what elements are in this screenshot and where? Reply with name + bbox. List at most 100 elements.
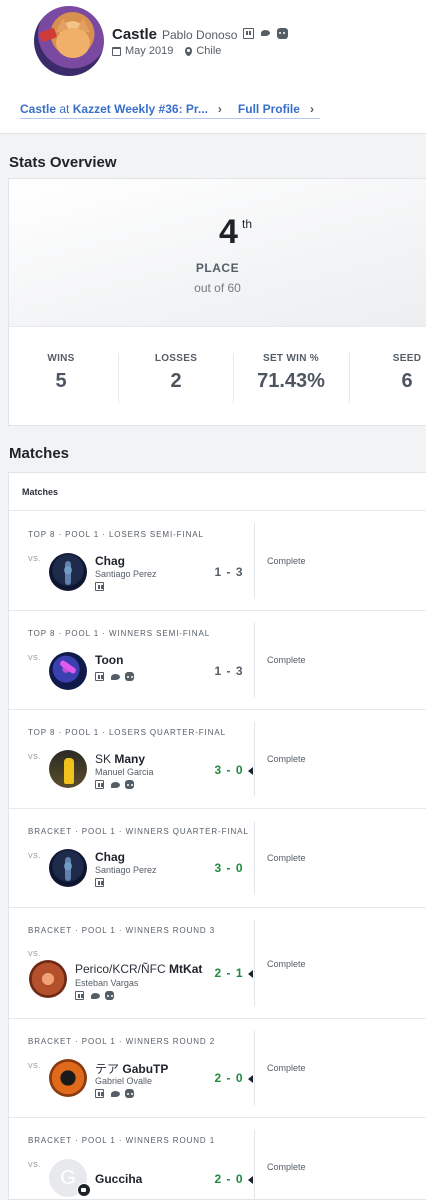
twitter-icon[interactable]	[260, 28, 271, 39]
match-score: 2 - 0	[214, 1172, 244, 1186]
profile-gamer-tag[interactable]: Castle	[112, 26, 157, 43]
twitter-icon[interactable]	[110, 780, 120, 789]
twitter-icon[interactable]	[90, 991, 100, 1000]
match-status: Complete	[267, 754, 306, 764]
profile-avatar[interactable]	[34, 6, 104, 76]
twitter-icon[interactable]	[110, 672, 120, 681]
opponent-avatar[interactable]	[49, 849, 87, 887]
opponent-name[interactable]: Toon	[95, 653, 123, 667]
match-round-label: BRACKET · POOL 1 · WINNERS ROUND 1	[28, 1136, 216, 1145]
link-underline	[20, 118, 320, 119]
profile-real-name: Pablo Donoso	[162, 28, 238, 42]
profile-social-links	[243, 28, 288, 39]
match-row[interactable]: TOP 8 · POOL 1 · LOSERS QUARTER-FINAL VS…	[9, 710, 426, 808]
profile-links: Castle at Kazzet Weekly #36: Pr... › Ful…	[20, 102, 314, 116]
placement-number: 4	[219, 213, 238, 251]
opponent-real-name: Santiago Perez	[95, 569, 157, 579]
placement-panel: 4 th PLACE out of 60	[9, 179, 426, 327]
opponent-social-links	[95, 878, 104, 887]
twitter-icon[interactable]	[110, 1089, 120, 1098]
profile-meta: May 2019 Chile	[112, 45, 221, 57]
match-round-label: TOP 8 · POOL 1 · LOSERS SEMI-FINAL	[28, 530, 204, 539]
match-row[interactable]: BRACKET · POOL 1 · WINNERS ROUND 2 VS. テ…	[9, 1019, 426, 1117]
match-status: Complete	[267, 853, 306, 863]
match-score: 3 - 0	[214, 763, 244, 777]
winner-indicator-icon	[248, 970, 253, 978]
match-score: 1 - 3	[214, 664, 244, 678]
twitch-icon[interactable]	[75, 991, 84, 1000]
placement-suffix: th	[242, 217, 253, 231]
event-entrant-link[interactable]: Castle at Kazzet Weekly #36: Pr...	[20, 102, 208, 116]
opponent-real-name: Esteban Vargas	[75, 978, 139, 988]
stat-wins: WINS 5	[47, 353, 75, 392]
match-row[interactable]: TOP 8 · POOL 1 · LOSERS SEMI-FINAL VS. C…	[9, 511, 426, 610]
match-score: 2 - 1	[214, 966, 244, 980]
stat-set-win-percent: SET WIN % 71.43%	[257, 353, 325, 392]
match-score: 3 - 0	[214, 861, 244, 875]
stats-overview-title: Stats Overview	[9, 154, 117, 171]
twitch-icon[interactable]	[95, 1089, 104, 1098]
winner-indicator-icon	[248, 1075, 253, 1083]
match-row[interactable]: BRACKET · POOL 1 · WINNERS ROUND 3 VS. P…	[9, 908, 426, 1018]
opponent-social-links	[95, 582, 104, 591]
opponent-social-links	[75, 991, 114, 1000]
opponent-avatar[interactable]	[49, 652, 87, 690]
match-score: 1 - 3	[214, 565, 244, 579]
opponent-avatar[interactable]	[29, 960, 67, 998]
twitch-icon[interactable]	[95, 672, 104, 681]
profile-header: Castle Pablo Donoso May 2019 Chile Castl…	[0, 0, 426, 134]
twitch-icon[interactable]	[95, 878, 104, 887]
matches-card-header: Matches	[9, 473, 426, 511]
match-round-label: TOP 8 · POOL 1 · LOSERS QUARTER-FINAL	[28, 728, 226, 737]
opponent-name[interactable]: Chag	[95, 850, 125, 864]
opponent-real-name: Gabriel Ovalle	[95, 1076, 153, 1086]
discord-icon[interactable]	[125, 1089, 134, 1098]
opponent-name[interactable]: Gucciha	[95, 1172, 142, 1186]
profile-location: Chile	[196, 45, 222, 57]
winner-indicator-icon	[248, 1176, 253, 1184]
opponent-avatar[interactable]	[49, 1059, 87, 1097]
opponent-avatar[interactable]	[49, 553, 87, 591]
profile-joined-date: May 2019	[125, 45, 174, 57]
match-score: 2 - 0	[214, 1071, 244, 1085]
vs-label: VS.	[28, 1063, 41, 1070]
vs-label: VS.	[28, 655, 41, 662]
opponent-name[interactable]: テア GabuTP	[95, 1060, 168, 1077]
full-profile-link[interactable]: Full Profile	[238, 102, 300, 116]
match-round-label: BRACKET · POOL 1 · WINNERS ROUND 3	[28, 926, 216, 935]
chevron-right-icon[interactable]: ›	[218, 102, 222, 116]
match-row[interactable]: BRACKET · POOL 1 · WINNERS ROUND 1 VS. G…	[9, 1118, 426, 1200]
match-row[interactable]: BRACKET · POOL 1 · WINNERS QUARTER-FINAL…	[9, 809, 426, 907]
match-status: Complete	[267, 556, 306, 566]
match-row[interactable]: TOP 8 · POOL 1 · WINNERS SEMI-FINAL VS. …	[9, 611, 426, 709]
twitch-icon[interactable]	[95, 582, 104, 591]
opponent-real-name: Santiago Perez	[95, 865, 157, 875]
match-status: Complete	[267, 959, 306, 969]
discord-icon[interactable]	[125, 780, 134, 789]
stat-seed: SEED 6	[392, 353, 422, 392]
discord-icon[interactable]	[125, 672, 134, 681]
twitch-icon[interactable]	[243, 28, 254, 39]
match-status: Complete	[267, 1063, 306, 1073]
matches-card: Matches TOP 8 · POOL 1 · LOSERS SEMI-FIN…	[8, 472, 426, 1200]
chevron-right-icon[interactable]: ›	[310, 102, 314, 116]
match-status: Complete	[267, 655, 306, 665]
opponent-social-links	[95, 672, 134, 681]
stat-losses: LOSSES 2	[154, 353, 198, 392]
discord-icon[interactable]	[105, 991, 114, 1000]
match-round-label: BRACKET · POOL 1 · WINNERS QUARTER-FINAL	[28, 827, 249, 836]
opponent-avatar[interactable]	[49, 750, 87, 788]
opponent-name[interactable]: Chag	[95, 554, 125, 568]
lock-icon	[77, 1183, 91, 1197]
placement-out-of: out of 60	[194, 281, 241, 295]
twitch-icon[interactable]	[95, 780, 104, 789]
match-round-label: BRACKET · POOL 1 · WINNERS ROUND 2	[28, 1037, 216, 1046]
matches-title: Matches	[9, 445, 70, 462]
vs-label: VS.	[28, 556, 41, 563]
match-status: Complete	[267, 1162, 306, 1172]
opponent-name[interactable]: Perico/KCR/ÑFC MtKat	[75, 962, 202, 976]
vs-label: VS.	[28, 853, 41, 860]
discord-icon[interactable]	[277, 28, 288, 39]
winner-indicator-icon	[248, 767, 253, 775]
opponent-name[interactable]: SK Many	[95, 752, 145, 766]
